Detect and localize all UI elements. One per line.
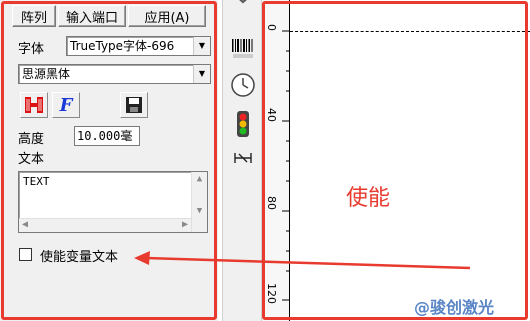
font-type-select[interactable]: TrueType字体-696 ▼ xyxy=(66,36,211,56)
save-icon xyxy=(126,97,142,113)
input-port-button[interactable]: 输入端口 xyxy=(58,5,126,27)
scroll-right-icon: ▶ xyxy=(181,219,188,230)
font-type-value: TrueType字体-696 xyxy=(70,39,175,53)
variable-text-label: 使能变量文本 xyxy=(40,250,119,265)
height-label: 高度 xyxy=(18,132,45,147)
watermark: @骏创激光 xyxy=(414,298,495,317)
text-content-value: TEXT xyxy=(23,175,50,188)
font-name-select[interactable]: 思源黑体 ▼ xyxy=(18,64,211,84)
horizontal-scrollbar[interactable]: ◀ ▶ xyxy=(19,218,191,232)
chevron-down-icon: ▼ xyxy=(193,65,210,83)
text-content-input[interactable]: TEXT ▲ ▼ ◀ ▶ xyxy=(18,171,208,233)
font-style-button[interactable]: F xyxy=(52,92,80,118)
ruler-tick-40: 40 xyxy=(265,108,278,122)
scroll-up-icon: ▲ xyxy=(196,174,203,184)
callout-text: 使能 xyxy=(346,186,391,211)
properties-panel: 阵列 输入端口 应用(A) 字体 TrueType字体-696 ▼ 思源黑体 ▼… xyxy=(0,0,218,321)
variable-text-checkbox[interactable] xyxy=(19,248,32,261)
ruler-tick-0: 0 xyxy=(265,24,278,31)
height-input[interactable]: 10.000毫 xyxy=(74,126,140,146)
save-button[interactable] xyxy=(120,92,148,118)
array-button[interactable]: 阵列 xyxy=(12,5,56,27)
font-grid-icon xyxy=(25,97,43,113)
scroll-left-icon: ◀ xyxy=(22,219,29,230)
design-canvas[interactable] xyxy=(290,0,530,321)
font-f-icon: F xyxy=(59,94,73,116)
ruler-tick-120: 120 xyxy=(265,283,278,304)
barcode-icon[interactable] xyxy=(231,38,255,60)
scroll-down-icon: ▼ xyxy=(196,206,203,216)
ruler-tick-80: 80 xyxy=(265,196,278,210)
vertical-scrollbar[interactable]: ▲ ▼ xyxy=(191,172,207,232)
timer-icon[interactable] xyxy=(230,72,256,98)
font-label: 字体 xyxy=(18,42,45,57)
font-name-value: 思源黑体 xyxy=(22,67,71,81)
hatch-tool-icon[interactable] xyxy=(233,150,253,166)
font-tools-button[interactable] xyxy=(20,92,48,118)
apply-button[interactable]: 应用(A) xyxy=(128,5,206,27)
ruler-ticks xyxy=(282,30,290,301)
draw-tool-icon[interactable] xyxy=(233,0,253,10)
text-label: 文本 xyxy=(18,152,45,167)
object-toolbar xyxy=(222,0,262,321)
chevron-down-icon: ▼ xyxy=(193,37,210,55)
traffic-light-icon[interactable] xyxy=(236,110,250,138)
canvas-guide-line xyxy=(290,31,530,32)
vertical-ruler: 0 40 80 120 xyxy=(262,0,290,321)
